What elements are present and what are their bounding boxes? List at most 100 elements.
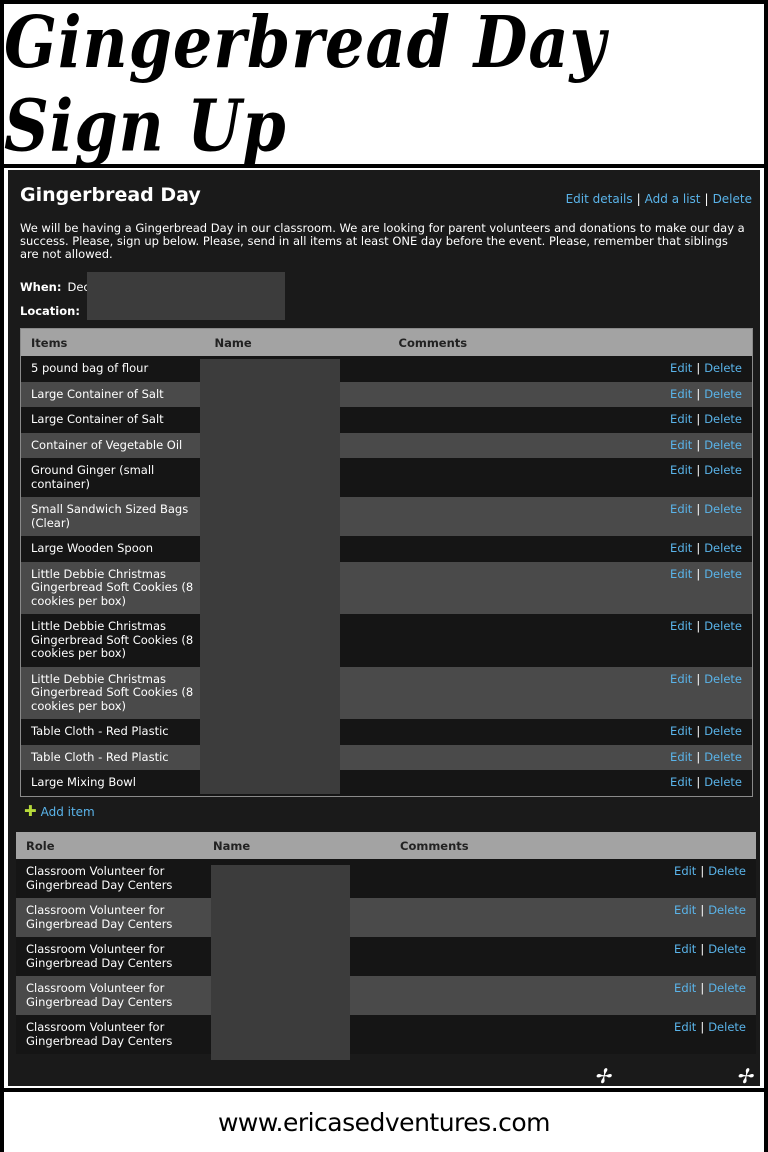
delete-link[interactable]: Delete — [704, 541, 742, 555]
comments-cell — [388, 432, 619, 458]
delete-link[interactable]: Delete — [704, 412, 742, 426]
edit-link[interactable]: Edit — [670, 502, 692, 516]
table-row: Table Cloth - Red Plastic Edit | Delete — [20, 719, 753, 745]
site-url: www.ericasedventures.com — [217, 1107, 551, 1137]
roles-table: Role Name Comments Classroom Volunteer f… — [16, 832, 756, 1054]
row-actions: Edit | Delete — [618, 561, 753, 614]
comments-cell — [388, 719, 619, 745]
comments-cell — [390, 898, 620, 937]
roles-header-row: Role Name Comments — [16, 832, 756, 859]
delete-link[interactable]: Delete — [704, 438, 742, 452]
comments-cell — [390, 1015, 620, 1054]
role-cell: Classroom Volunteer for Gingerbread Day … — [16, 898, 203, 937]
delete-link[interactable]: Delete — [704, 672, 742, 686]
separator: | — [696, 541, 701, 555]
separator: | — [696, 749, 701, 764]
delete-link[interactable]: Delete — [704, 387, 742, 401]
separator: | — [696, 671, 701, 686]
items-header-row: Items Name Comments — [20, 328, 753, 356]
separator: | — [700, 864, 705, 878]
plus-icon: ✚ — [24, 802, 37, 820]
redacted-names-column — [211, 865, 350, 1060]
add-item-label: Add item — [40, 805, 95, 819]
delete-link[interactable]: Delete — [708, 903, 746, 917]
delete-link[interactable]: Delete — [704, 775, 742, 789]
row-actions: Edit | Delete — [618, 407, 753, 433]
edit-link[interactable]: Edit — [670, 724, 692, 738]
edit-link[interactable]: Edit — [670, 361, 692, 375]
delete-link[interactable]: Delete — [708, 864, 746, 878]
delete-link[interactable]: Delete — [708, 981, 746, 995]
delete-link[interactable]: Delete — [708, 1020, 746, 1034]
edit-link[interactable]: Edit — [670, 463, 692, 477]
delete-link[interactable]: Delete — [704, 750, 742, 764]
edit-link[interactable]: Edit — [674, 942, 696, 956]
delete-link[interactable]: Delete — [704, 463, 742, 477]
separator: | — [696, 724, 701, 738]
comments-cell — [388, 458, 619, 497]
edit-link[interactable]: Edit — [670, 750, 692, 764]
add-item-link[interactable]: ✚ Add item — [24, 802, 95, 820]
edit-link[interactable]: Edit — [674, 981, 696, 995]
delete-link[interactable]: Delete — [704, 724, 742, 738]
event-title: Gingerbread Day — [20, 184, 201, 206]
table-row: Large Wooden Spoon Edit | Delete — [20, 536, 753, 562]
table-row: Classroom Volunteer for Gingerbread Day … — [16, 1015, 756, 1054]
row-actions: Edit | Delete — [618, 432, 753, 458]
table-row: Small Sandwich Sized Bags (Clear) Edit | De… — [20, 497, 753, 536]
edit-link[interactable]: Edit — [670, 438, 692, 452]
item-cell: Container of Vegetable Oil — [20, 432, 205, 458]
item-cell: Ground Ginger (small container) — [20, 458, 205, 497]
edit-link[interactable]: Edit — [670, 775, 692, 789]
items-table-body: 5 pound bag of flour Edit | Delete Large Con… — [20, 356, 753, 796]
separator: | — [700, 903, 705, 917]
table-row: Classroom Volunteer for Gingerbread Day … — [16, 859, 756, 898]
item-cell: Large Container of Salt — [20, 381, 205, 407]
row-actions: Edit | Delete — [618, 497, 753, 536]
redacted-block — [87, 272, 285, 320]
row-actions: Edit | Delete — [618, 770, 753, 796]
item-cell: Table Cloth - Red Plastic — [20, 719, 205, 745]
sparkle-icon: ✢ — [594, 1064, 611, 1086]
item-cell: Large Wooden Spoon — [20, 536, 205, 562]
delete-link[interactable]: Delete — [704, 567, 742, 581]
edit-link[interactable]: Edit — [674, 864, 696, 878]
name-column-header: Name — [203, 832, 390, 859]
separator: | — [696, 775, 701, 789]
role-cell: Classroom Volunteer for Gingerbread Day … — [16, 976, 203, 1015]
edit-link[interactable]: Edit — [670, 567, 692, 581]
delete-link[interactable]: Delete — [708, 942, 746, 956]
banner-title: Gingerbread Day Sign Up — [4, 0, 607, 168]
role-column-header: Role — [16, 832, 203, 859]
delete-link[interactable]: Delete — [704, 502, 742, 516]
edit-details-link[interactable]: Edit details — [566, 192, 633, 206]
redacted-names-column — [200, 359, 340, 794]
table-row: Large Container of Salt Edit | Delete — [20, 407, 753, 433]
row-actions: Edit | Delete — [618, 458, 753, 497]
edit-link[interactable]: Edit — [670, 412, 692, 426]
edit-link[interactable]: Edit — [670, 619, 692, 633]
edit-link[interactable]: Edit — [670, 387, 692, 401]
table-row: Little Debbie Christmas Gingerbread Soft… — [20, 561, 753, 614]
comments-cell — [388, 614, 619, 667]
role-cell: Classroom Volunteer for Gingerbread Day … — [16, 1015, 203, 1054]
separator: | — [696, 386, 701, 401]
when-row: When: Dec — [20, 280, 90, 294]
delete-link[interactable]: Delete — [704, 361, 742, 375]
actions-column-header — [618, 328, 753, 356]
add-list-link[interactable]: Add a list — [645, 192, 701, 206]
comments-cell — [388, 381, 619, 407]
footer-banner: www.ericasedventures.com — [4, 1088, 764, 1152]
table-row: Little Debbie Christmas Gingerbread Soft… — [20, 614, 753, 667]
edit-link[interactable]: Edit — [670, 541, 692, 555]
separator: | — [696, 361, 701, 375]
separator: | — [696, 437, 701, 452]
edit-link[interactable]: Edit — [674, 903, 696, 917]
table-row: Classroom Volunteer for Gingerbread Day … — [16, 937, 756, 976]
delete-link[interactable]: Delete — [704, 619, 742, 633]
delete-event-link[interactable]: Delete — [713, 192, 752, 206]
table-row: Classroom Volunteer for Gingerbread Day … — [16, 976, 756, 1015]
edit-link[interactable]: Edit — [674, 1020, 696, 1034]
separator: | — [700, 942, 705, 956]
edit-link[interactable]: Edit — [670, 672, 692, 686]
